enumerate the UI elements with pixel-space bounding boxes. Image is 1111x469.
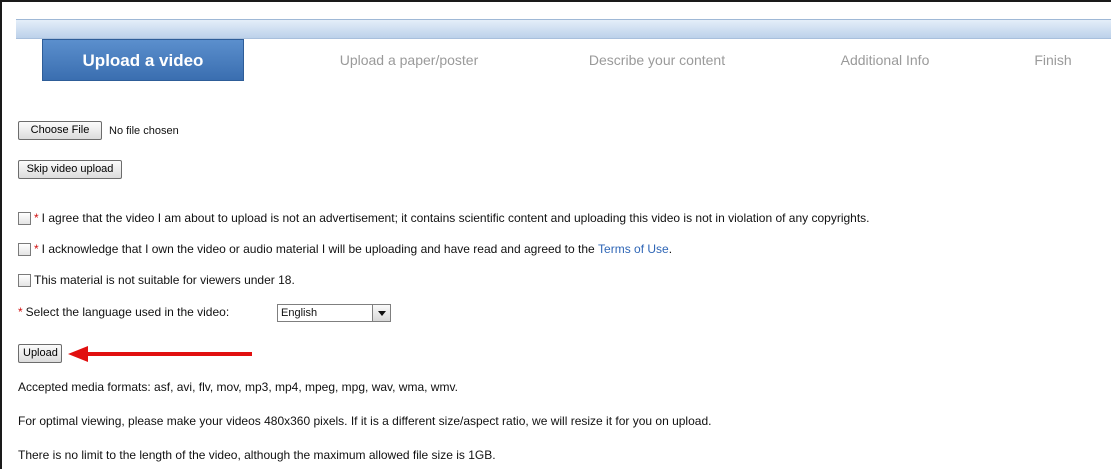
accepted-formats-info: Accepted media formats: asf, avi, flv, m… (18, 380, 458, 394)
language-value: English (281, 307, 318, 319)
upload-page: Upload a video Upload a paper/poster Des… (0, 0, 1111, 469)
optimal-viewing-info: For optimal viewing, please make your vi… (18, 414, 712, 428)
upload-steps: Upload a video Upload a paper/poster Des… (42, 39, 1111, 81)
chevron-down-icon[interactable] (372, 305, 390, 321)
advertisement-agreement-checkbox[interactable] (18, 211, 31, 225)
step-additional-info[interactable]: Additional Info (820, 39, 950, 81)
step-describe-content[interactable]: Describe your content (572, 39, 742, 81)
mature-content-label: This material is not suitable for viewer… (34, 273, 295, 287)
ownership-agreement-end: . (668, 242, 673, 256)
skip-video-upload-button[interactable]: Skip video upload (18, 160, 122, 179)
step-finish[interactable]: Finish (1008, 39, 1098, 81)
language-label: Select the language used in the video: (25, 305, 230, 319)
ownership-agreement-row: * I acknowledge that I own the video or … (18, 242, 672, 256)
arrow-left-icon (68, 346, 252, 362)
size-limit-info: There is no limit to the length of the v… (18, 448, 496, 462)
mature-content-row: This material is not suitable for viewer… (18, 273, 295, 287)
terms-of-use-link[interactable]: Terms of Use (598, 242, 669, 256)
top-bar (16, 19, 1111, 39)
file-status: No file chosen (109, 125, 179, 137)
ownership-agreement-label: I acknowledge that I own the video or au… (41, 242, 599, 256)
advertisement-agreement-row: * I agree that the video I am about to u… (18, 211, 870, 225)
mature-content-checkbox[interactable] (18, 273, 31, 287)
choose-file-button[interactable]: Choose File (18, 121, 102, 140)
step-upload-video[interactable]: Upload a video (42, 39, 244, 81)
required-marker: * (18, 305, 23, 319)
language-select[interactable]: English (277, 304, 391, 322)
ownership-agreement-checkbox[interactable] (18, 242, 31, 256)
required-marker: * (34, 242, 39, 256)
required-marker: * (34, 211, 39, 225)
advertisement-agreement-label: I agree that the video I am about to upl… (41, 211, 870, 225)
step-upload-paper[interactable]: Upload a paper/poster (314, 39, 504, 81)
upload-button[interactable]: Upload (18, 344, 62, 363)
language-row: * Select the language used in the video: (18, 305, 229, 319)
